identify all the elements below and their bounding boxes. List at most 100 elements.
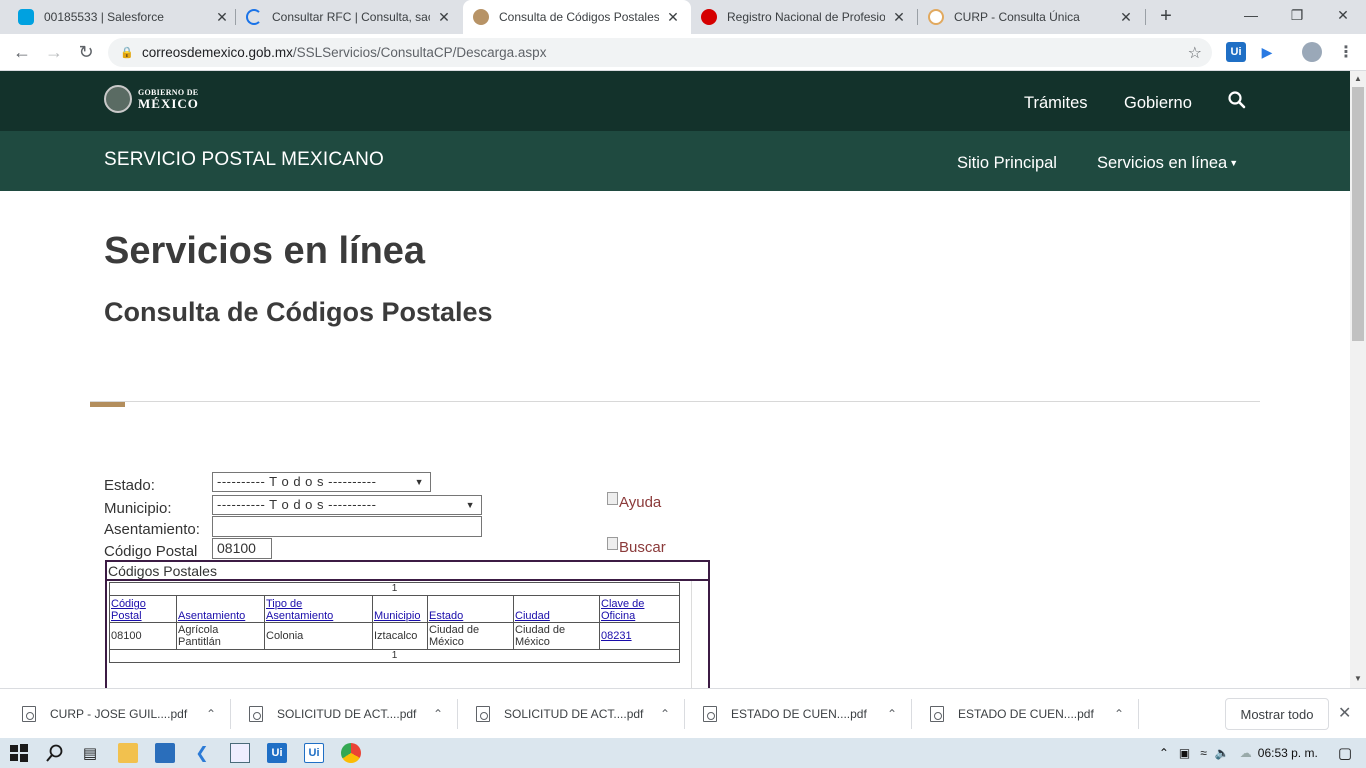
chevron-up-icon[interactable]: ⌃ (206, 707, 216, 721)
ayuda-button[interactable]: Ayuda (607, 492, 662, 511)
municipio-select[interactable]: ---------- T o d o s ---------- ▼ (212, 495, 482, 515)
tab-registro-nacional[interactable]: Registro Nacional de Profesion ✕ (691, 0, 917, 34)
tab-curp[interactable]: CURP - Consulta Única ✕ (918, 0, 1144, 34)
sort-asentamiento[interactable]: Asentamiento (178, 610, 245, 622)
scrollbar-thumb[interactable] (1352, 87, 1364, 341)
notepad-icon[interactable] (230, 743, 250, 763)
close-downloads-icon[interactable]: ✕ (1338, 703, 1351, 723)
forward-arrow-icon[interactable]: → (42, 40, 66, 64)
sort-ciudad[interactable]: Ciudad (515, 610, 550, 622)
gobierno-logo[interactable]: GOBIERNO DE MÉXICO (104, 85, 199, 113)
close-tab-icon[interactable]: ✕ (214, 9, 230, 26)
chevron-up-icon[interactable]: ⌃ (660, 707, 670, 721)
uipath-studio-icon[interactable]: Ui (267, 743, 287, 763)
column-header[interactable]: Ciudad (513, 595, 600, 623)
column-header[interactable]: Municipio (372, 595, 428, 623)
search-icon[interactable] (1227, 90, 1247, 110)
menu-kebab-icon[interactable]: ⋮ (1336, 42, 1356, 62)
service-title[interactable]: SERVICIO POSTAL MEXICANO (104, 149, 384, 171)
search-icon[interactable] (45, 743, 65, 763)
sort-tipo-asentamiento[interactable]: Tipo de Asentamiento (266, 598, 333, 622)
web-page: GOBIERNO DE MÉXICO Trámites Gobierno SER… (0, 71, 1350, 688)
windows-start-icon[interactable] (9, 743, 29, 763)
column-header[interactable]: Código Postal (109, 595, 177, 623)
close-tab-icon[interactable]: ✕ (436, 9, 452, 26)
close-window-icon[interactable]: ✕ (1320, 0, 1366, 30)
task-view-icon[interactable]: ▤ (80, 743, 100, 763)
scroll-down-icon[interactable]: ▼ (1354, 674, 1362, 683)
nav-servicios-en-linea[interactable]: Servicios en línea ▼ (1097, 154, 1238, 173)
cell-clave-oficina[interactable]: 08231 (599, 622, 680, 650)
chevron-up-icon[interactable]: ⌃ (1114, 707, 1124, 721)
close-tab-icon[interactable]: ✕ (1118, 9, 1134, 26)
show-all-downloads-button[interactable]: Mostrar todo (1225, 698, 1329, 730)
cell-codigo-postal: 08100 (109, 622, 177, 650)
municipio-value: ---------- T o d o s ---------- (217, 497, 377, 512)
cell-asentamiento: Agrícola Pantitlán (176, 622, 265, 650)
mail-icon[interactable] (155, 743, 175, 763)
column-header[interactable]: Asentamiento (176, 595, 265, 623)
chrome-icon[interactable] (341, 743, 361, 763)
asentamiento-input[interactable] (212, 516, 482, 537)
bookmark-star-icon[interactable]: ☆ (1188, 43, 1202, 63)
close-tab-icon[interactable]: ✕ (891, 9, 907, 26)
nav-sitio-principal[interactable]: Sitio Principal (957, 154, 1057, 173)
address-bar[interactable]: 🔒 correosdemexico.gob.mx/SSLServicios/Co… (108, 38, 1212, 67)
tab-consultar-rfc[interactable]: Consultar RFC | Consulta, saca ✕ (236, 0, 462, 34)
reload-icon[interactable]: ↻ (74, 40, 98, 64)
uipath-robot-icon[interactable]: Ui (304, 743, 324, 763)
wifi-icon[interactable]: ≈ (1200, 746, 1207, 760)
battery-icon[interactable]: ▣ (1179, 746, 1190, 760)
play-extension-icon[interactable]: ▶ (1257, 42, 1277, 62)
results-panel: Códigos Postales 1 Código Postal Asentam… (105, 560, 710, 688)
minimize-icon[interactable]: — (1228, 0, 1274, 30)
download-filename: ESTADO DE CUEN....pdf (958, 707, 1094, 721)
chevron-up-icon[interactable]: ⌃ (887, 707, 897, 721)
download-item[interactable]: SOLICITUD DE ACT....pdf ⌃ (249, 689, 457, 739)
chevron-up-icon[interactable]: ⌃ (1159, 746, 1169, 760)
curp-icon (928, 9, 944, 25)
restore-icon[interactable]: ❐ (1274, 0, 1320, 30)
column-header[interactable]: Estado (427, 595, 514, 623)
sort-codigo-postal[interactable]: Código Postal (111, 598, 146, 622)
download-item[interactable]: SOLICITUD DE ACT....pdf ⌃ (476, 689, 684, 739)
buscar-button[interactable]: Buscar (607, 537, 666, 556)
windows-taskbar: ▤ ❮ Ui Ui ⌃ ▣ ≈ 🔈 ☁ 06:53 p. m. ▢ (0, 738, 1366, 768)
estado-select[interactable]: ---------- T o d o s ---------- ▼ (212, 472, 431, 492)
column-header[interactable]: Clave de Oficina (599, 595, 680, 623)
pager-row-bottom: 1 (109, 649, 680, 663)
uipath-extension-icon[interactable]: Ui (1226, 42, 1246, 62)
sort-municipio[interactable]: Municipio (374, 610, 420, 622)
asentamiento-label: Asentamiento: (104, 521, 200, 538)
download-item[interactable]: CURP - JOSE GUIL....pdf ⌃ (22, 689, 230, 739)
back-arrow-icon[interactable]: ← (10, 40, 34, 64)
nav-tramites[interactable]: Trámites (1024, 94, 1088, 113)
download-filename: ESTADO DE CUEN....pdf (731, 707, 867, 721)
notifications-icon[interactable]: ▢ (1338, 744, 1352, 762)
ayuda-alt-text: Ayuda (619, 494, 662, 511)
page-scrollbar[interactable]: ▲ ▼ (1350, 71, 1366, 688)
column-header[interactable]: Tipo de Asentamiento (264, 595, 373, 623)
volume-icon[interactable]: 🔈 (1215, 746, 1230, 760)
download-item[interactable]: ESTADO DE CUEN....pdf ⌃ (703, 689, 911, 739)
sort-clave-oficina[interactable]: Clave de Oficina (601, 598, 644, 622)
download-item[interactable]: ESTADO DE CUEN....pdf ⌃ (930, 689, 1138, 739)
sort-estado[interactable]: Estado (429, 610, 463, 622)
results-scrollbar[interactable] (691, 581, 708, 688)
tab-salesforce[interactable]: 00185533 | Salesforce ✕ (8, 0, 240, 34)
escudo-icon (104, 85, 132, 113)
nav-gobierno[interactable]: Gobierno (1124, 94, 1192, 113)
profile-avatar[interactable] (1302, 42, 1322, 62)
cell-tipo: Colonia (264, 622, 373, 650)
clock-time[interactable]: 06:53 p. m. (1258, 746, 1318, 760)
codigo-postal-input[interactable]: 08100 (212, 538, 272, 559)
new-tab-button[interactable]: + (1155, 6, 1177, 28)
tab-consulta-codigos-postales[interactable]: Consulta de Códigos Postales ✕ (463, 0, 691, 34)
chevron-up-icon[interactable]: ⌃ (433, 707, 443, 721)
vscode-icon[interactable]: ❮ (192, 743, 212, 763)
file-explorer-icon[interactable] (118, 743, 138, 763)
scroll-up-icon[interactable]: ▲ (1354, 74, 1362, 83)
cloud-icon[interactable]: ☁ (1240, 746, 1252, 760)
close-tab-icon[interactable]: ✕ (665, 9, 681, 26)
clave-oficina-link[interactable]: 08231 (601, 630, 632, 642)
